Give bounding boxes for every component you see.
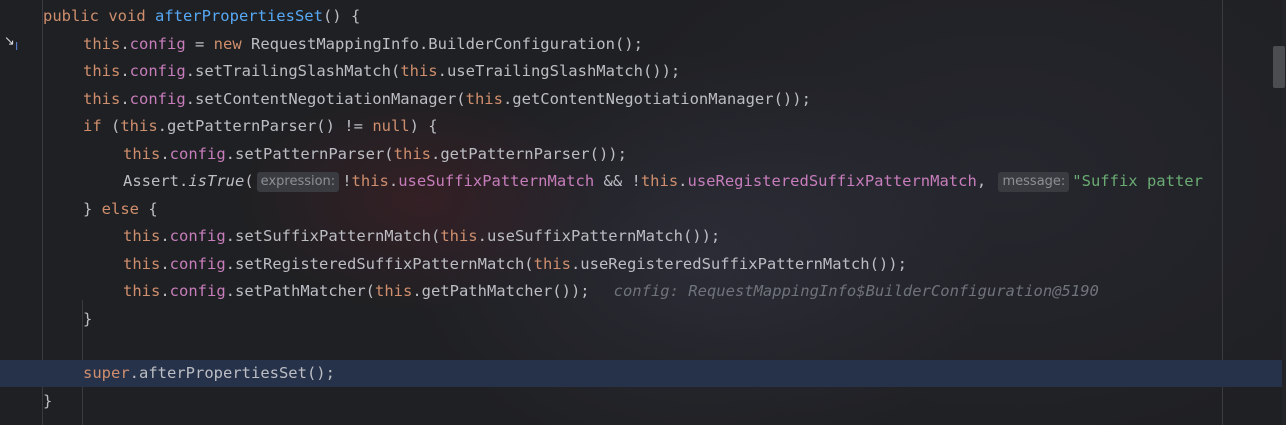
- string-literal: "Suffix patter: [1072, 172, 1203, 190]
- scrollbar-thumb[interactable]: [1273, 46, 1285, 88]
- code-line[interactable]: this.config.setPathMatcher(this.getPathM…: [0, 278, 1282, 305]
- parameter-hint-expression: expression:: [256, 172, 340, 192]
- code-line[interactable]: } else {: [0, 196, 1282, 223]
- method-name: afterPropertiesSet: [154, 7, 323, 25]
- current-execution-line[interactable]: super.afterPropertiesSet();: [0, 360, 1282, 387]
- code-line[interactable]: this.config = new RequestMappingInfo.Bui…: [0, 31, 1282, 58]
- code-line[interactable]: this.config.setSuffixPatternMatch(this.u…: [0, 223, 1282, 250]
- code-line[interactable]: }: [0, 388, 1282, 415]
- code-line[interactable]: this.config.setContentNegotiationManager…: [0, 86, 1282, 113]
- debugger-inline-value: config: RequestMappingInfo$BuilderConfig…: [613, 282, 1099, 300]
- code-line[interactable]: [0, 333, 1282, 360]
- parameter-hint-message: message:: [998, 172, 1070, 192]
- code-line[interactable]: public void afterPropertiesSet() {: [0, 3, 1282, 30]
- code-line[interactable]: Assert.isTrue(expression: !this.useSuffix…: [0, 168, 1282, 195]
- code-line[interactable]: this.config.setPatternParser(this.getPat…: [0, 141, 1282, 168]
- code-editor[interactable]: ↘ I public void afterPropertiesSet() { t…: [0, 0, 1286, 425]
- code-line[interactable]: }: [0, 306, 1282, 333]
- code-line[interactable]: this.config.setRegisteredSuffixPatternMa…: [0, 251, 1282, 278]
- code-line[interactable]: this.config.setTrailingSlashMatch(this.u…: [0, 58, 1282, 85]
- code-line[interactable]: if (this.getPatternParser() != null) {: [0, 113, 1282, 140]
